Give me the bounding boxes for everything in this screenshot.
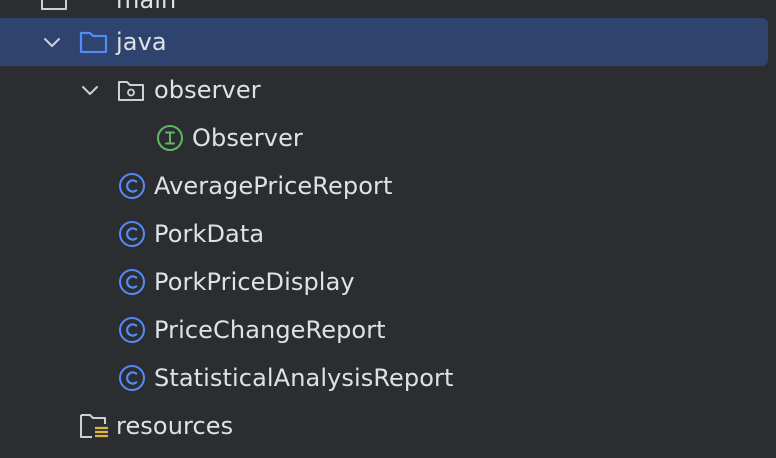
tree-item-label: AveragePriceReport xyxy=(154,172,393,200)
chevron-down-icon[interactable] xyxy=(80,66,100,114)
tree-item-label: Observer xyxy=(192,124,303,152)
class-icon xyxy=(118,354,146,402)
class-icon xyxy=(118,210,146,258)
resources-folder-icon xyxy=(79,402,111,450)
tree-item-label: java xyxy=(116,28,167,56)
tree-item-label: StatisticalAnalysisReport xyxy=(154,364,454,392)
tree-item-resources[interactable]: resources xyxy=(0,402,776,450)
tree-item-pricechangereport[interactable]: PriceChangeReport xyxy=(0,306,776,354)
tree-item-label: PorkPriceDisplay xyxy=(154,268,355,296)
chevron-down-icon[interactable] xyxy=(42,18,62,66)
tree-item-porkpricedisplay[interactable]: PorkPriceDisplay xyxy=(0,258,776,306)
class-icon xyxy=(118,258,146,306)
interface-icon xyxy=(156,114,184,162)
tree-item-averagepricereport[interactable]: AveragePriceReport xyxy=(0,162,776,210)
project-tree: main java observer Observer AveragePrice… xyxy=(0,0,776,458)
tree-item-observer-interface[interactable]: Observer xyxy=(0,114,776,162)
tree-item-java[interactable]: java xyxy=(0,18,768,66)
tree-item-statisticalanalysisreport[interactable]: StatisticalAnalysisReport xyxy=(0,354,776,402)
tree-item-label: resources xyxy=(116,412,234,440)
package-icon xyxy=(117,66,145,114)
tree-item-label: PorkData xyxy=(154,220,265,248)
tree-item-label: PriceChangeReport xyxy=(154,316,386,344)
class-icon xyxy=(118,162,146,210)
tree-item-porkdata[interactable]: PorkData xyxy=(0,210,776,258)
class-icon xyxy=(118,306,146,354)
source-root-folder-icon xyxy=(79,18,109,66)
tree-item-observer-package[interactable]: observer xyxy=(0,66,776,114)
tree-item-label: observer xyxy=(154,76,261,104)
